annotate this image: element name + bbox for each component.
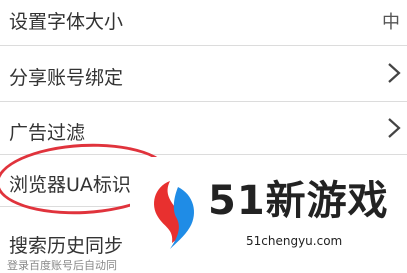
setting-row-font-size[interactable]: 设置字体大小 中 [0,0,407,46]
setting-label-ad-filter: 广告过滤 [9,122,86,144]
chevron-right-icon [388,63,401,83]
setting-value-font-size: 中 [382,12,400,33]
site-logo-icon [154,181,194,249]
watermark-title: 51新游戏 [208,178,389,224]
setting-label-font-size: 设置字体大小 [9,11,124,33]
setting-row-share-account-binding[interactable]: 分享账号绑定 [0,46,407,102]
setting-label-search-history-sync: 搜索历史同步 [9,235,124,257]
site-watermark: 51新游戏 51chengyu.com [130,157,407,273]
watermark-url: 51chengyu.com [246,234,343,248]
setting-label-share-account-binding: 分享账号绑定 [9,67,124,89]
chevron-right-icon [388,118,401,138]
setting-sublabel-search-history-sync: 登录百度账号后自动同 [7,259,117,272]
